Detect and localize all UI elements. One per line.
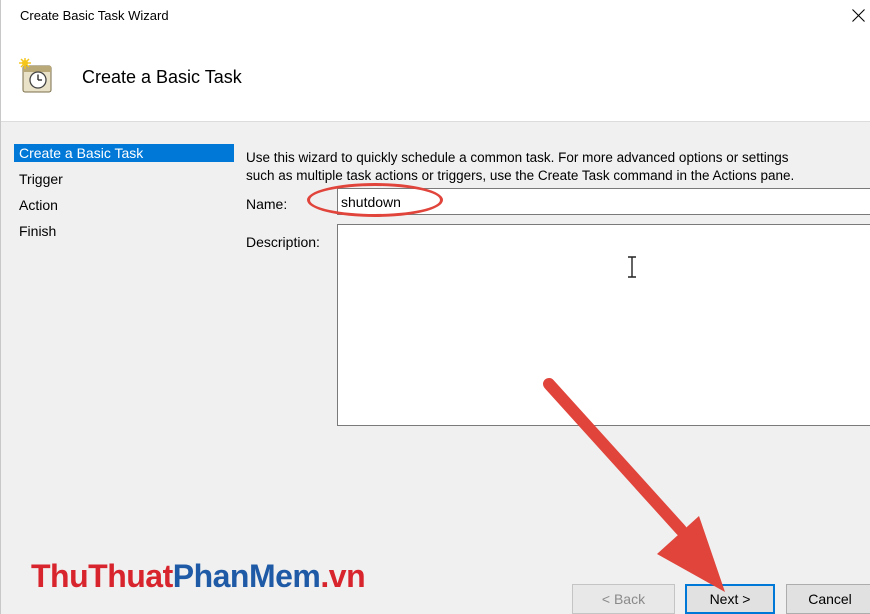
name-field[interactable] xyxy=(337,188,870,215)
close-icon xyxy=(852,9,865,22)
nav-step-action[interactable]: Action xyxy=(14,196,234,222)
watermark-logo: ThuThuatPhanMem.vn xyxy=(31,558,366,595)
description-field[interactable] xyxy=(337,224,870,426)
cancel-button[interactable]: Cancel xyxy=(786,584,870,614)
intro-line-2: such as multiple task actions or trigger… xyxy=(246,168,795,183)
next-button[interactable]: Next > xyxy=(685,584,775,614)
intro-text: Use this wizard to quickly schedule a co… xyxy=(246,149,866,185)
wizard-steps-nav: Create a Basic Task Trigger Action Finis… xyxy=(14,144,234,248)
title-bar[interactable]: Create Basic Task Wizard xyxy=(1,0,870,30)
intro-line-1: Use this wizard to quickly schedule a co… xyxy=(246,150,789,165)
nav-step-finish[interactable]: Finish xyxy=(14,222,234,248)
watermark-part-3: .vn xyxy=(320,558,366,594)
close-button[interactable] xyxy=(846,2,870,28)
window-title: Create Basic Task Wizard xyxy=(20,8,169,23)
watermark-part-2: PhanMem xyxy=(172,558,321,594)
scheduler-clock-icon xyxy=(19,58,52,93)
wizard-window: Create Basic Task Wizard Create a Basic … xyxy=(0,0,870,614)
nav-step-trigger[interactable]: Trigger xyxy=(14,170,234,196)
watermark-part-1: ThuThuat xyxy=(31,558,173,594)
back-button[interactable]: < Back xyxy=(572,584,675,614)
page-title: Create a Basic Task xyxy=(82,67,242,87)
name-label: Name: xyxy=(246,196,288,212)
description-label: Description: xyxy=(246,234,320,250)
nav-step-create-basic-task[interactable]: Create a Basic Task xyxy=(14,144,234,162)
